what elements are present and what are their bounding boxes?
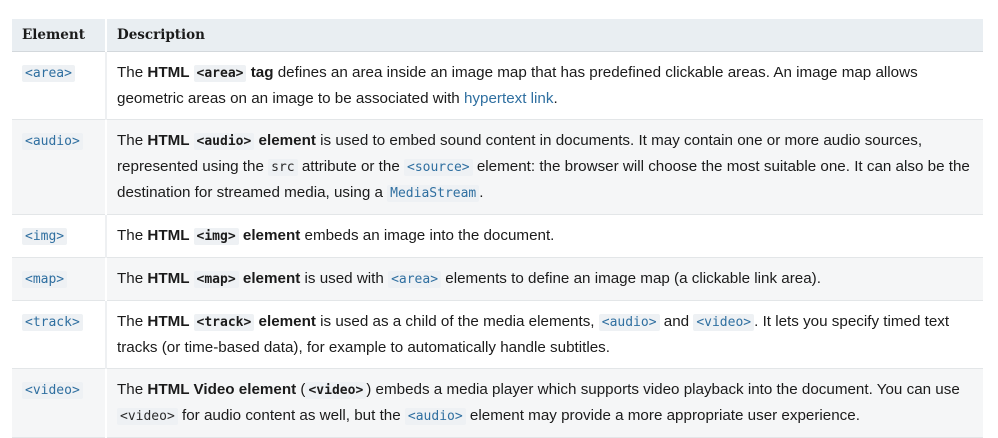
inline-code-link[interactable]: MediaStream <box>387 185 480 202</box>
inline-code-link[interactable]: <area> <box>388 271 442 288</box>
description-cell: The HTML <track> element is used as a ch… <box>106 300 983 369</box>
description-cell: The HTML <map> element is used with <are… <box>106 257 983 301</box>
table-row: <area> The HTML <area> tag defines an ar… <box>12 51 983 120</box>
element-tag-link[interactable]: <video> <box>22 382 83 399</box>
inline-code: <video> <box>117 408 178 425</box>
header-element: Element <box>12 19 107 52</box>
header-description: Description <box>106 19 983 52</box>
table-row: <audio> The HTML <audio> element is used… <box>12 119 983 215</box>
table-row: <img> The HTML <img> element embeds an i… <box>12 214 983 258</box>
inline-code: src <box>268 159 298 176</box>
inline-code-link[interactable]: <audio> <box>598 314 660 331</box>
inline-code-link[interactable]: <audio> <box>404 408 466 425</box>
element-tag-link[interactable]: <audio> <box>22 133 83 150</box>
element-tag-link[interactable]: <img> <box>22 228 68 245</box>
description-cell: The HTML Video element (<video>) embeds … <box>106 368 983 438</box>
element-tag-link[interactable]: <track> <box>22 314 83 331</box>
description-cell: The HTML <img> element embeds an image i… <box>106 214 983 258</box>
element-tag-link[interactable]: <map> <box>22 271 68 288</box>
hypertext-link[interactable]: hypertext link <box>464 90 553 107</box>
inline-code-link[interactable]: <video> <box>693 314 755 331</box>
table-row: <track> The HTML <track> element is used… <box>12 300 983 369</box>
html-elements-table: Element Description <area> The HTML <are… <box>12 19 983 438</box>
description-cell: The HTML <audio> element is used to embe… <box>106 119 983 215</box>
element-tag-link[interactable]: <area> <box>22 65 75 82</box>
table-row: <video> The HTML Video element (<video>)… <box>12 368 983 438</box>
description-cell: The HTML <area> tag defines an area insi… <box>106 51 983 120</box>
inline-code-link[interactable]: <source> <box>404 159 473 176</box>
table-header-row: Element Description <box>12 19 983 52</box>
table-row: <map> The HTML <map> element is used wit… <box>12 257 983 301</box>
